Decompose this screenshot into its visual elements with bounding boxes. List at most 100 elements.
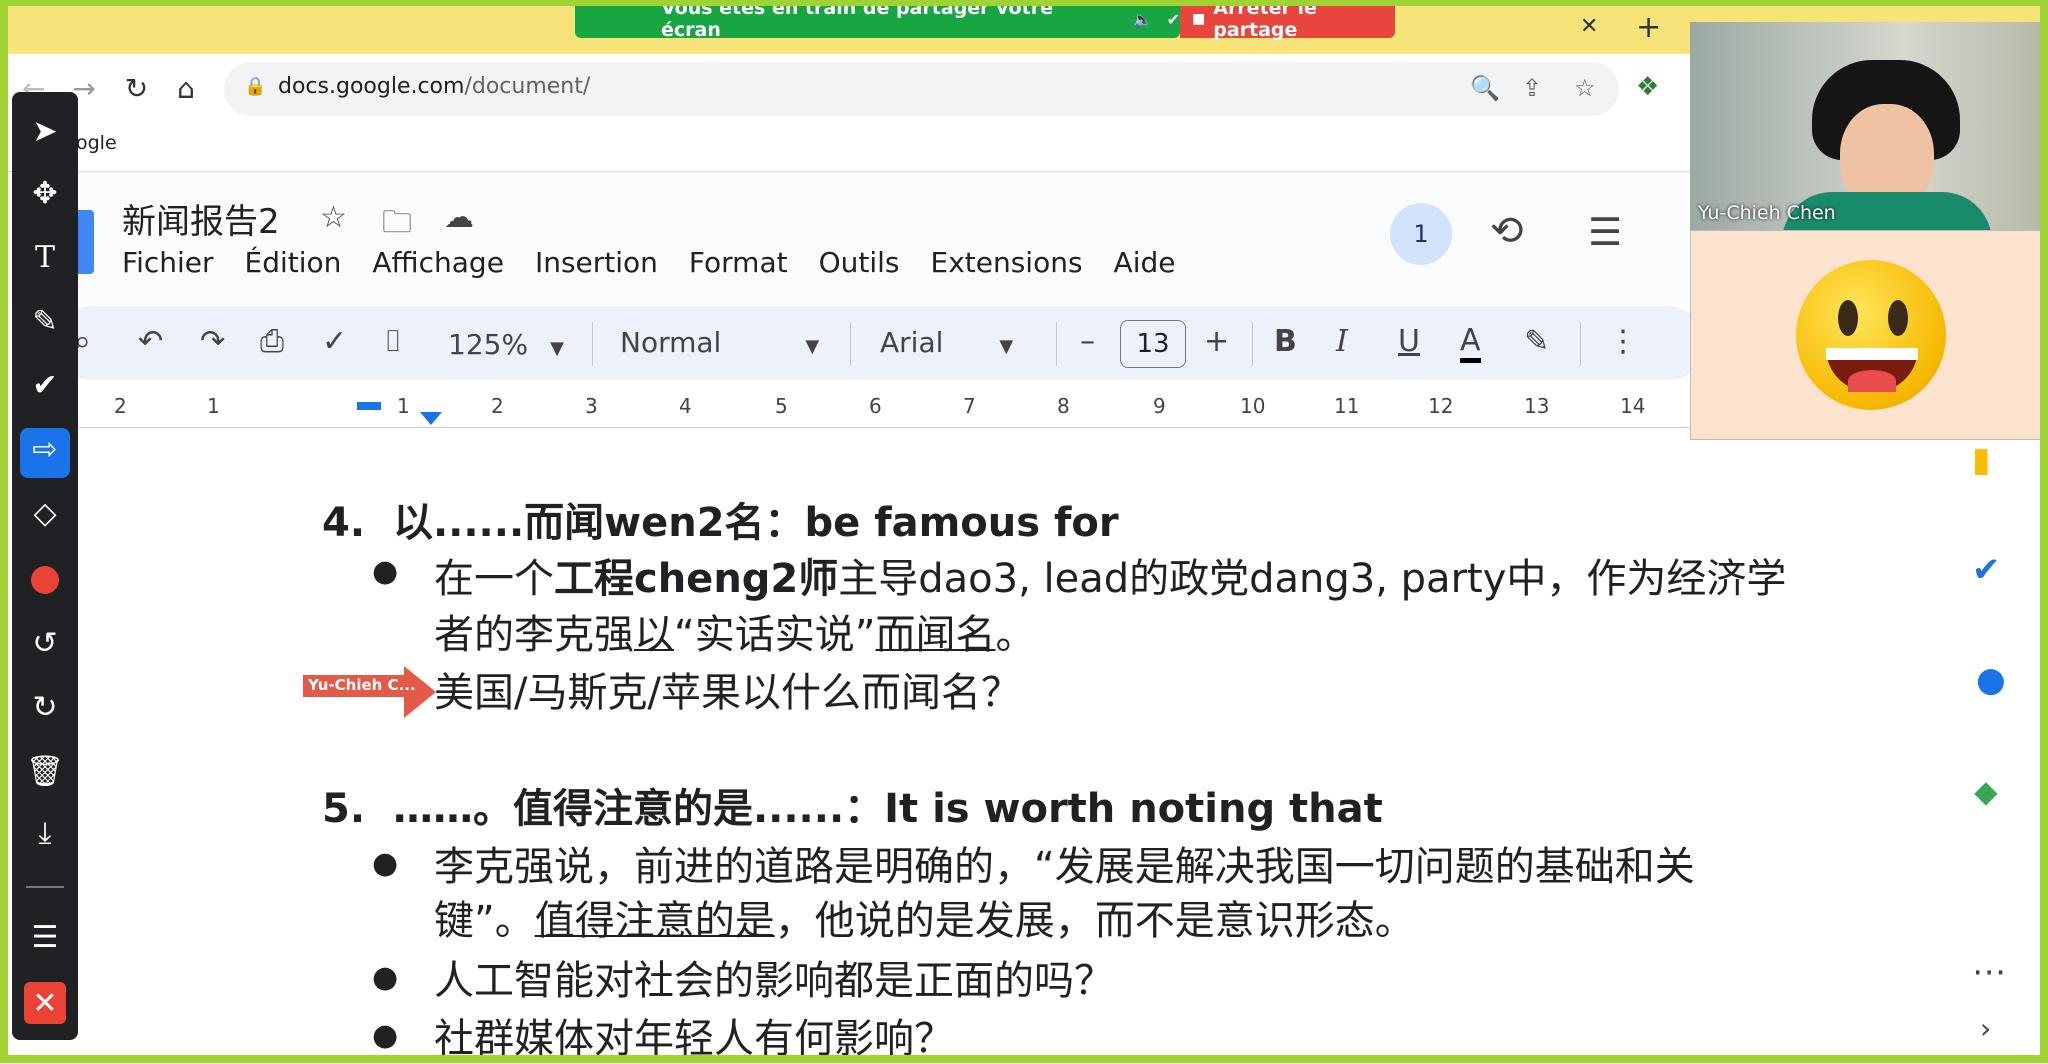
- tasks-icon[interactable]: ✔: [1972, 550, 2001, 590]
- download-icon[interactable]: ⤓: [12, 816, 78, 851]
- move-icon[interactable]: ✥: [12, 176, 78, 211]
- item-4-heading[interactable]: 4. 以......而闻wen2名：be famous for: [322, 490, 1119, 548]
- participant-name: Yu-Chieh Chen: [1698, 202, 1836, 224]
- redo-icon[interactable]: ↷: [200, 324, 225, 359]
- speaker-icon[interactable]: 🔈: [1133, 10, 1153, 29]
- select-pointer-icon[interactable]: ➤: [12, 114, 78, 149]
- font-select[interactable]: Arial ▼: [880, 326, 1013, 359]
- ruler-label: 11: [1334, 394, 1360, 418]
- shield-icon: ✔: [1166, 9, 1180, 29]
- menu-format[interactable]: Format: [689, 246, 788, 279]
- document-title[interactable]: 新闻报告2: [122, 194, 280, 243]
- toolbar-divider: [592, 322, 593, 366]
- comments-icon[interactable]: ☰: [1588, 210, 1622, 254]
- spellcheck-icon[interactable]: ✓: [322, 324, 347, 359]
- eraser-icon[interactable]: ◇: [12, 496, 78, 531]
- zoom-icon[interactable]: 🔍: [1470, 74, 1500, 102]
- collaborator-count-badge[interactable]: 1: [1390, 203, 1452, 265]
- contacts-icon[interactable]: ●: [1976, 660, 2006, 700]
- maps-icon[interactable]: ⬥: [1974, 772, 1998, 812]
- ruler-label: 3: [585, 394, 598, 418]
- share-page-icon[interactable]: ⇪: [1522, 74, 1542, 102]
- ruler-label: 8: [1057, 394, 1070, 418]
- version-history-icon[interactable]: ⟲: [1490, 208, 1524, 254]
- keep-icon[interactable]: ▮: [1972, 440, 1991, 480]
- paint-format-icon[interactable]: ⌷: [384, 324, 402, 359]
- first-line-indent-marker[interactable]: [420, 412, 442, 425]
- menu-view[interactable]: Affichage: [372, 246, 504, 279]
- toolbar-divider: [1252, 322, 1253, 366]
- item-5-heading[interactable]: 5. ……。值得注意的是......：It is worth noting th…: [322, 776, 1383, 834]
- screen-share-message: Vous êtes en train de partager votre écr…: [661, 0, 1053, 41]
- left-indent-marker[interactable]: [357, 402, 381, 410]
- bullet-dot: ●: [372, 846, 399, 881]
- item-number: 5.: [322, 786, 366, 832]
- menu-help[interactable]: Aide: [1114, 246, 1176, 279]
- ruler-label: 5: [775, 394, 788, 418]
- bookmark-item[interactable]: ogle: [76, 132, 117, 154]
- smiley-tongue: [1848, 370, 1896, 392]
- italic-button[interactable]: I: [1336, 324, 1348, 359]
- record-icon[interactable]: [31, 566, 59, 594]
- toolbar-divider: [1056, 322, 1057, 366]
- home-icon[interactable]: ⌂: [177, 72, 195, 105]
- close-tab-icon[interactable]: ✕: [1580, 14, 1598, 39]
- increase-font-size-icon[interactable]: +: [1204, 324, 1229, 359]
- menu-file[interactable]: Fichier: [122, 246, 214, 279]
- close-annotation-button[interactable]: ✕: [24, 982, 66, 1024]
- docs-menu-bar: Fichier Édition Affichage Insertion Form…: [122, 246, 1175, 279]
- more-options-icon[interactable]: ⋮: [1608, 324, 1638, 359]
- paragraph-style-select[interactable]: Normal ▼: [620, 326, 819, 359]
- bold-button[interactable]: B: [1274, 324, 1297, 359]
- item-5-bullet-2[interactable]: 人工智能对社会的影响都是正面的吗？: [434, 948, 1114, 1006]
- item-4-bullet-2[interactable]: 美国/马斯克/苹果以什么而闻名？: [434, 660, 1021, 718]
- extension-icon[interactable]: ❖: [1636, 72, 1659, 102]
- ruler-label: 1: [397, 394, 410, 418]
- star-icon[interactable]: ☆: [320, 200, 347, 235]
- zoom-select[interactable]: 125% ▼: [448, 328, 564, 361]
- item-5-bullet-1-line-1[interactable]: 李克强说，前进的道路是明确的，“发展是解决我国一切问题的基础和关: [434, 834, 1695, 892]
- trash-icon[interactable]: 🗑: [12, 754, 78, 789]
- undo-icon[interactable]: ↶: [138, 324, 163, 359]
- ruler-label: 12: [1428, 394, 1454, 418]
- check-icon[interactable]: ✔: [12, 368, 78, 403]
- stop-sharing-button[interactable]: ■ Arrêter le partage: [1180, 0, 1395, 41]
- stop-sharing-label: Arrêter le partage: [1213, 0, 1317, 41]
- url-text[interactable]: docs.google.com/document/: [278, 74, 590, 99]
- undo-annotation-icon[interactable]: ↺: [12, 626, 78, 661]
- style-value: Normal: [620, 326, 722, 359]
- menu-extensions[interactable]: Extensions: [931, 246, 1083, 279]
- print-icon[interactable]: ⎙: [260, 324, 284, 359]
- font-size-input[interactable]: 13: [1120, 320, 1186, 368]
- lock-icon[interactable]: 🔒: [244, 76, 266, 97]
- text-tool-icon[interactable]: T: [12, 240, 78, 275]
- cloud-status-icon[interactable]: ☁: [444, 200, 474, 235]
- new-tab-icon[interactable]: +: [1636, 10, 1661, 45]
- move-folder-icon[interactable]: 🗀: [382, 200, 412, 251]
- ruler-label: 9: [1153, 394, 1166, 418]
- bookmark-star-icon[interactable]: ☆: [1574, 74, 1596, 102]
- pen-icon[interactable]: ✎: [12, 304, 78, 339]
- ruler-label: 4: [679, 394, 692, 418]
- underline-button[interactable]: U: [1398, 324, 1420, 359]
- more-addons-icon[interactable]: ⋯: [1972, 952, 2006, 992]
- menu-icon[interactable]: ☰: [12, 920, 78, 955]
- menu-edit[interactable]: Édition: [245, 246, 342, 279]
- menu-insert[interactable]: Insertion: [535, 246, 658, 279]
- highlight-color-icon[interactable]: ✎: [1524, 324, 1549, 359]
- item-4-bullet-1-line-1[interactable]: 在一个工程cheng2师主导dao3, lead的政党dang3, party中…: [434, 546, 1786, 604]
- expand-panel-icon[interactable]: ›: [1980, 1012, 1991, 1045]
- redo-annotation-icon[interactable]: ↻: [12, 690, 78, 725]
- reload-icon[interactable]: ↻: [125, 72, 148, 105]
- participant-video[interactable]: Yu-Chieh Chen: [1690, 22, 2046, 230]
- item-5-bullet-3[interactable]: 社群媒体对年轻人有何影响？: [434, 1006, 954, 1064]
- text-color-button[interactable]: A: [1460, 324, 1481, 363]
- ruler-label: 1: [207, 394, 220, 418]
- item-4-bullet-1-line-2[interactable]: 者的李克强以“实话实说”而闻名。: [434, 602, 1035, 660]
- ruler-label: 14: [1620, 394, 1646, 418]
- item-5-bullet-1-line-2[interactable]: 键”。值得注意的是，他说的是发展，而不是意识形态。: [434, 888, 1415, 946]
- ruler-label: 10: [1240, 394, 1266, 418]
- menu-tools[interactable]: Outils: [819, 246, 900, 279]
- decrease-font-size-icon[interactable]: –: [1080, 324, 1095, 359]
- ruler-label: 2: [114, 394, 127, 418]
